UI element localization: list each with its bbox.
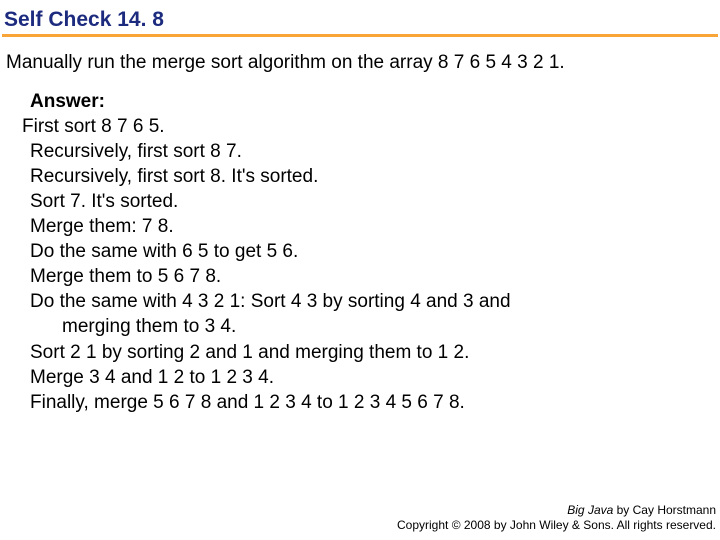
answer-line-9: Sort 2 1 by sorting 2 and 1 and merging …	[22, 340, 698, 365]
footer-book-title: Big Java	[567, 503, 613, 517]
slide-title: Self Check 14. 8	[0, 0, 720, 34]
question-text: Manually run the merge sort algorithm on…	[0, 51, 720, 89]
answer-line-8: merging them to 3 4.	[22, 314, 698, 339]
footer-line-2: Copyright © 2008 by John Wiley & Sons. A…	[397, 518, 716, 534]
title-underline	[2, 34, 718, 37]
answer-block: Answer: First sort 8 7 6 5. Recursively,…	[0, 89, 720, 415]
footer-line-1: Big Java by Cay Horstmann	[397, 503, 716, 519]
footer-author: by Cay Horstmann	[613, 503, 716, 517]
answer-line-5: Do the same with 6 5 to get 5 6.	[22, 239, 698, 264]
answer-line-11: Finally, merge 5 6 7 8 and 1 2 3 4 to 1 …	[22, 390, 698, 415]
answer-line-0: First sort 8 7 6 5.	[22, 114, 698, 139]
answer-line-3: Sort 7. It's sorted.	[22, 189, 698, 214]
answer-line-1: Recursively, first sort 8 7.	[22, 139, 698, 164]
footer: Big Java by Cay Horstmann Copyright © 20…	[397, 503, 716, 534]
answer-line-2: Recursively, first sort 8. It's sorted.	[22, 164, 698, 189]
answer-line-4: Merge them: 7 8.	[22, 214, 698, 239]
answer-line-10: Merge 3 4 and 1 2 to 1 2 3 4.	[22, 365, 698, 390]
answer-line-6: Merge them to 5 6 7 8.	[22, 264, 698, 289]
answer-label: Answer:	[22, 89, 698, 114]
answer-line-7: Do the same with 4 3 2 1: Sort 4 3 by so…	[22, 289, 698, 314]
